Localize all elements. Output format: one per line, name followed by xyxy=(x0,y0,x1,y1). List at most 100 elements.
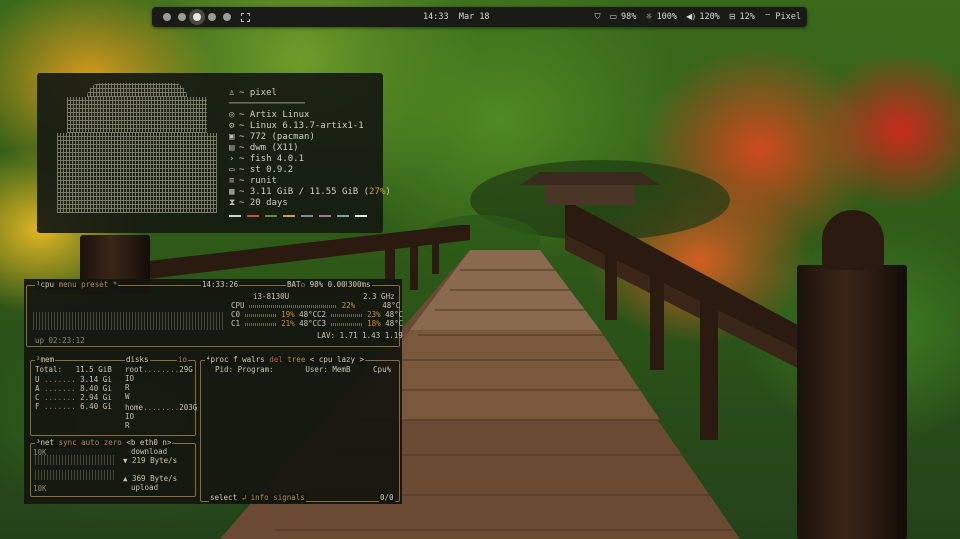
core-1-temp: 48°C xyxy=(299,319,318,328)
init-icon: ≡ xyxy=(229,176,235,186)
net-box: ³net sync auto zero <b eth0 n> 10K 10K d… xyxy=(30,438,196,497)
cpu-meter xyxy=(249,304,338,308)
proc-tree-button[interactable]: tree xyxy=(287,355,305,364)
net-download-label: download xyxy=(131,447,168,456)
shield-module[interactable]: ⛉ xyxy=(594,7,600,27)
workspace-2-dot[interactable] xyxy=(177,13,186,21)
volume-module[interactable]: ◀) 120% xyxy=(686,7,720,27)
core-1-pct: 21% xyxy=(281,319,295,328)
core-0-temp: 48°C xyxy=(299,310,318,319)
proc-signals-hint[interactable]: signals xyxy=(273,493,305,502)
volume-icon: ◀) xyxy=(686,12,696,21)
disk-home-dots: ........ xyxy=(143,403,180,412)
battery-module[interactable]: ▭ 98% xyxy=(609,7,636,27)
clock[interactable]: 14:33 Mar 18 xyxy=(423,7,490,27)
proc-filter[interactable]: f walrs xyxy=(233,355,265,364)
disk-home: home........203G xyxy=(125,403,197,412)
workspace-3-dot-active[interactable] xyxy=(192,13,201,21)
proc-del-button[interactable]: del xyxy=(269,355,283,364)
mem-available-dots: ....... xyxy=(44,384,76,393)
net-iface[interactable]: <b eth0 n> xyxy=(126,438,171,447)
net-upload-graph xyxy=(35,470,115,480)
cpu-pct: 22% xyxy=(341,301,356,310)
io-toggle[interactable]: io xyxy=(177,355,189,365)
brightness-value: 100% xyxy=(656,12,678,22)
proc-box-title-bar: ⁴proc f walrs del tree < cpu lazy > xyxy=(205,355,366,365)
workspace-5-dot[interactable] xyxy=(222,13,231,21)
proc-header-user[interactable]: User: xyxy=(305,365,328,374)
brightness-module[interactable]: ☼ 100% xyxy=(645,7,677,27)
mem-used-dots: ....... xyxy=(44,375,76,384)
btop-battery: BAT▫ 98% 0.00W xyxy=(286,280,352,290)
proc-count: 0/0 xyxy=(379,493,395,503)
proc-sort-selector[interactable]: < cpu lazy > xyxy=(310,355,364,364)
disk-root-io: IO xyxy=(125,374,135,383)
cpu-uptime: up 02:23:12 xyxy=(35,336,85,345)
mem-free-label: F xyxy=(35,402,40,411)
disk-root-dots: ........ xyxy=(143,365,180,374)
workspace-4-dot[interactable] xyxy=(207,13,216,21)
core-3-temp: 48°C xyxy=(385,319,404,328)
layout-icon[interactable] xyxy=(241,12,250,22)
mem-cached-dots: ....... xyxy=(44,393,76,402)
core-2-pct: 23% xyxy=(367,310,381,319)
ff-terminal: ~ st 0.9.2 xyxy=(239,165,294,175)
fastfetch-info: ♙ ~ pixel ────────────── ◎ ~ Artix Linux ⚙… xyxy=(229,88,391,217)
ff-kernel: ~ Linux 6.13.7-artix1-1 xyxy=(239,121,364,131)
proc-header-mem[interactable]: MemB xyxy=(332,365,350,374)
wm-icon: ▤ xyxy=(229,143,235,153)
mem-available-value: 8.40 Gi xyxy=(80,384,112,393)
proc-header-program[interactable]: Program: xyxy=(238,365,274,374)
net-auto-button[interactable]: auto xyxy=(81,438,99,447)
wifi-module[interactable]: ⌔ Pixel xyxy=(764,7,801,27)
net-sync-button[interactable]: sync xyxy=(59,438,77,447)
mem-row-used: U ....... 3.14 Gi xyxy=(35,375,112,384)
preset-button[interactable]: preset * xyxy=(81,280,117,289)
storage-module[interactable]: ⊟ 12% xyxy=(729,7,755,27)
btop-interval[interactable]: 300ms xyxy=(347,280,372,290)
proc-header-pid[interactable]: Pid: xyxy=(215,365,233,374)
cpu-box-title[interactable]: ¹cpu xyxy=(36,280,54,289)
core-3-meter xyxy=(330,322,363,326)
core-2-temp: 48°C xyxy=(385,310,404,319)
mem-box-title[interactable]: ²mem xyxy=(35,355,56,365)
mem-free-dots: ....... xyxy=(44,402,76,411)
battery-icon: ▭ xyxy=(609,12,618,21)
ff-separator: ────────────── xyxy=(229,99,305,109)
core-3-pct: 18% xyxy=(367,319,381,328)
net-upload-label: upload xyxy=(131,483,159,492)
mem-box: ²mem disks io Total: 11.5 GiB U ....... … xyxy=(30,355,197,436)
os-icon: ◎ xyxy=(229,110,235,120)
fastfetch-terminal[interactable]: ♙ ~ pixel ────────────── ◎ ~ Artix Linux ⚙… xyxy=(37,73,391,233)
net-zero-button[interactable]: zero xyxy=(104,438,122,447)
cpu-total-row: CPU 22% 48°C xyxy=(231,301,400,310)
net-box-title[interactable]: ³net xyxy=(36,438,54,447)
disk-root: root........29G xyxy=(125,365,193,374)
mem-row-free: F ....... 6.40 Gi xyxy=(35,402,112,411)
cpu-box-title-bar: ¹cpu menu preset * xyxy=(35,280,119,290)
menu-button[interactable]: menu xyxy=(59,280,77,289)
palette-swatch-2 xyxy=(265,215,277,217)
status-modules: ⛉ ▭ 98% ☼ 100% ◀) 120% ⊟ 12% ⌔ Pixel xyxy=(594,7,801,27)
shield-icon: ⛉ xyxy=(594,12,601,21)
btop-terminal[interactable]: ¹cpu menu preset * 14:33:26 BAT▫ 98% 0.0… xyxy=(24,279,404,504)
core-0-meter xyxy=(244,313,277,317)
core-0-name: C0 xyxy=(231,310,241,319)
brightness-icon: ☼ xyxy=(645,12,653,21)
palette-swatch-3 xyxy=(283,215,295,217)
proc-select-hint[interactable]: select xyxy=(210,493,237,502)
net-download-graph xyxy=(35,455,115,465)
memory-icon: ▦ xyxy=(229,187,235,197)
proc-info-hint[interactable]: ↲ info xyxy=(242,493,269,502)
workspace-1-dot[interactable] xyxy=(162,13,171,21)
mem-cached-value: 2.94 Gi xyxy=(80,393,112,402)
net-download-rate: ▼ 219 Byte/s xyxy=(123,456,178,465)
ff-os: ~ Artix Linux xyxy=(239,110,310,120)
wifi-icon: ⌔ xyxy=(763,12,772,21)
bridge-post-right xyxy=(797,265,907,539)
mem-row-available: A ....... 8.40 Gi xyxy=(35,384,112,393)
proc-header-cpu[interactable]: Cpu% xyxy=(373,365,391,374)
core-3-name: C3 xyxy=(317,319,327,328)
proc-box-title[interactable]: ⁴proc xyxy=(206,355,229,364)
load-average: LAV: 1.71 1.43 1.19 xyxy=(317,331,403,340)
